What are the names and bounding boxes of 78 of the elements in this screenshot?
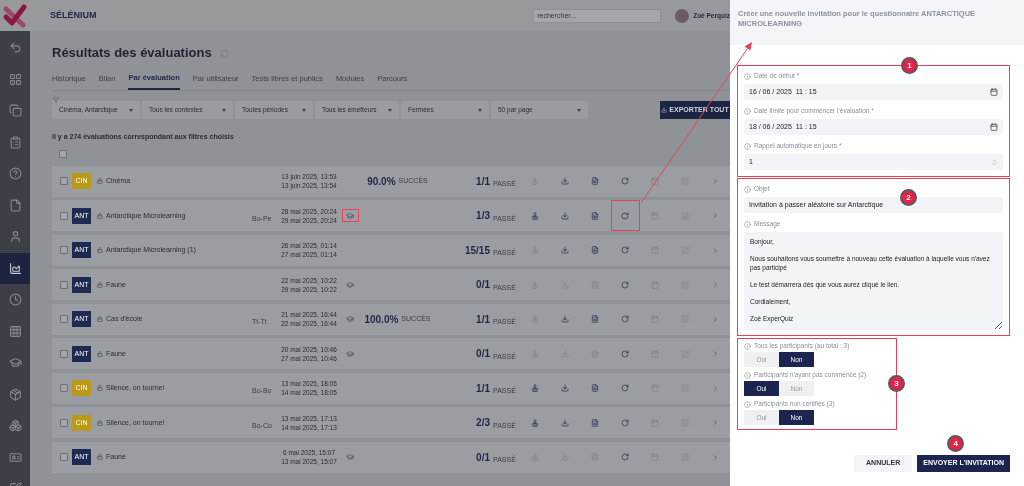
chevron-right-icon[interactable] — [711, 177, 719, 185]
chevron-right-icon[interactable] — [711, 350, 719, 358]
stamp-icon[interactable] — [531, 384, 539, 393]
participant-count: 0/1 — [476, 278, 490, 293]
participant-count: 0/1 — [476, 347, 490, 362]
report-icon[interactable] — [591, 418, 599, 427]
calendar-icon[interactable] — [990, 123, 998, 131]
info-icon — [744, 342, 751, 350]
row-checkbox[interactable] — [60, 384, 68, 393]
chevron-right-icon[interactable] — [711, 419, 719, 427]
lock-icon — [97, 419, 103, 426]
info-icon — [744, 142, 751, 150]
number-badge: 4 — [947, 435, 965, 452]
lock-icon — [97, 281, 103, 288]
participant-count: 0/1 — [476, 450, 490, 465]
download-icon — [661, 107, 668, 114]
lock-icon — [97, 385, 103, 392]
lock-icon — [97, 350, 103, 357]
page-title: Résultats des évaluations — [52, 44, 212, 63]
report-icon[interactable] — [591, 211, 599, 220]
calendar-icon[interactable] — [990, 88, 998, 96]
participant-count: 1/1 — [476, 312, 490, 327]
row-checkbox[interactable] — [60, 349, 68, 358]
info-icon — [744, 371, 751, 379]
info-icon — [744, 107, 751, 115]
lock-icon — [97, 212, 103, 219]
download-icon[interactable] — [561, 315, 569, 324]
logo[interactable] — [2, 2, 28, 29]
number-badge: 3 — [888, 375, 905, 392]
report-icon[interactable] — [591, 246, 599, 255]
spinner-icon[interactable] — [991, 158, 998, 166]
row-checkbox[interactable] — [60, 246, 68, 255]
score: 100.0% — [364, 312, 399, 327]
row-checkbox[interactable] — [60, 177, 68, 186]
report-icon[interactable] — [591, 177, 599, 186]
lock-icon — [97, 247, 103, 254]
info-icon — [744, 400, 751, 408]
info-icon — [744, 185, 751, 193]
lock-icon — [97, 454, 103, 461]
download-icon[interactable] — [561, 211, 569, 220]
row-checkbox[interactable] — [60, 315, 68, 324]
download-icon[interactable] — [561, 246, 569, 255]
report-icon[interactable] — [591, 315, 599, 324]
lock-icon — [97, 316, 103, 323]
lock-icon — [97, 178, 103, 185]
chevron-right-icon[interactable] — [711, 246, 719, 254]
participant-count: 1/1 — [476, 174, 490, 189]
number-badge: 1 — [901, 57, 918, 74]
filter-icon[interactable] — [53, 97, 59, 104]
score: 90.0% — [367, 174, 396, 189]
participant-count: 1/1 — [476, 381, 490, 396]
participant-count: 15/15 — [464, 243, 490, 258]
row-checkbox[interactable] — [60, 418, 68, 427]
download-icon[interactable] — [561, 418, 569, 427]
row-checkbox[interactable] — [60, 211, 68, 220]
chevron-right-icon[interactable] — [711, 212, 719, 220]
participant-count: 1/3 — [476, 209, 490, 224]
info-icon — [744, 72, 751, 80]
select-all-checkbox[interactable] — [59, 149, 67, 158]
download-icon[interactable] — [561, 177, 569, 186]
graduation-cap-icon[interactable] — [341, 209, 359, 223]
report-icon[interactable] — [591, 384, 599, 393]
app-name: SÉLÉNIUM — [50, 8, 97, 22]
row-checkbox[interactable] — [60, 453, 68, 462]
row-checkbox[interactable] — [60, 280, 68, 289]
user-avatar[interactable] — [675, 8, 690, 23]
number-badge: 2 — [900, 189, 917, 206]
chart-icon[interactable] — [0, 252, 30, 284]
refresh-icon[interactable] — [610, 200, 640, 232]
chevron-right-icon[interactable] — [711, 453, 719, 461]
chevron-right-icon[interactable] — [711, 384, 719, 392]
stamp-icon[interactable] — [531, 211, 539, 220]
info-icon — [744, 220, 751, 228]
stamp-icon[interactable] — [531, 418, 539, 427]
participant-count: 2/3 — [476, 416, 490, 431]
chevron-right-icon[interactable] — [711, 315, 719, 323]
chevron-right-icon[interactable] — [711, 281, 719, 289]
download-icon[interactable] — [561, 384, 569, 393]
